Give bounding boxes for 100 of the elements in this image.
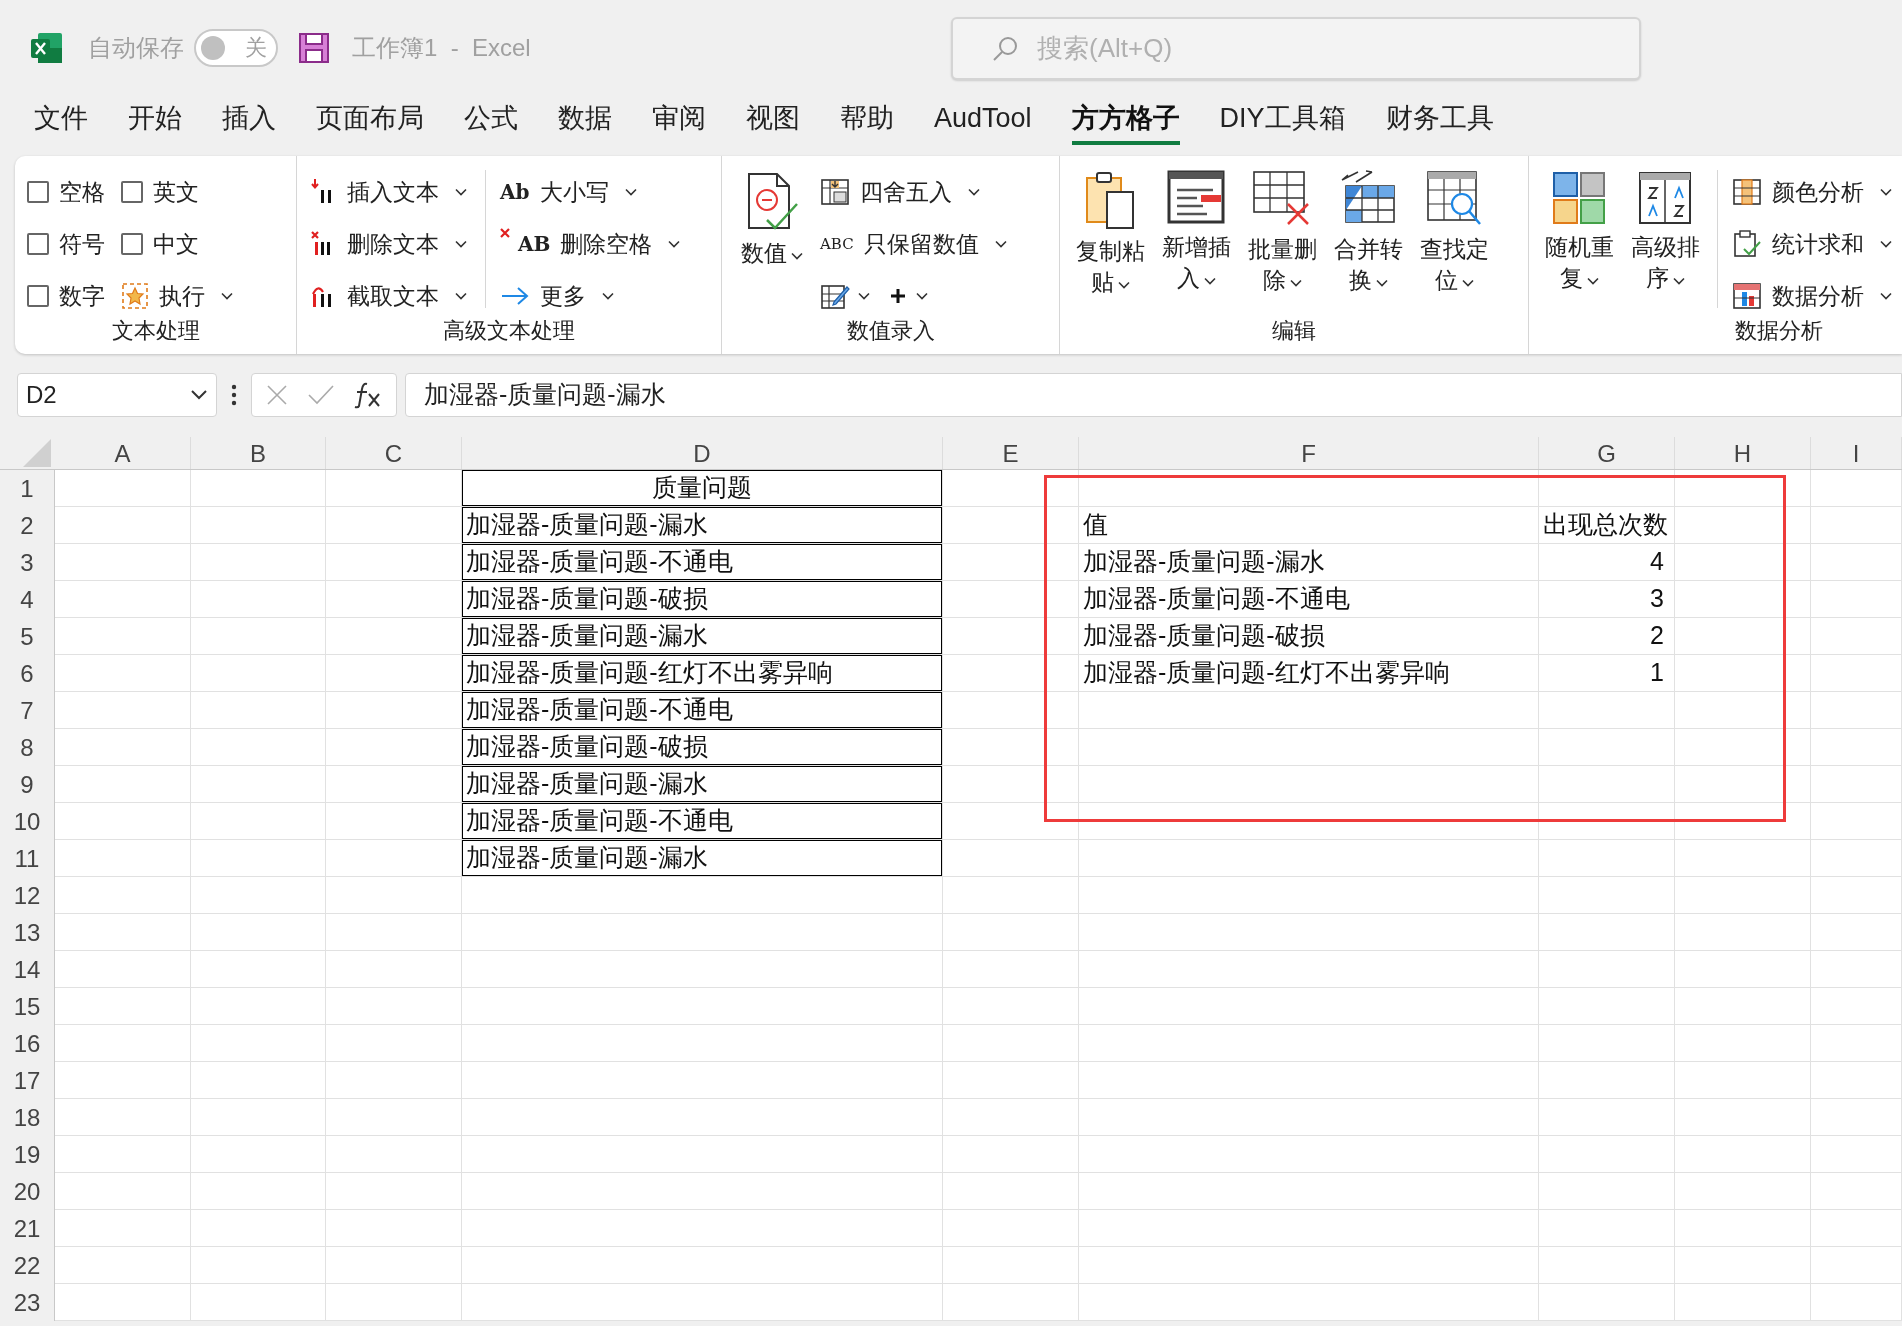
chevron-down-icon bbox=[1880, 292, 1892, 300]
chevron-down-icon bbox=[221, 292, 233, 300]
search-input[interactable]: 搜索(Alt+Q) bbox=[1037, 29, 1597, 68]
insert-function-button[interactable] bbox=[353, 381, 383, 409]
menu-tab[interactable]: 方方格子 bbox=[1071, 95, 1180, 145]
ribbon-icon-button[interactable] bbox=[888, 286, 928, 306]
icon-letters: ABC bbox=[820, 233, 854, 255]
autosave-label: 自动保存 bbox=[88, 32, 184, 63]
column-header[interactable]: F bbox=[1079, 437, 1539, 469]
column-header[interactable]: C bbox=[326, 437, 462, 469]
clipboard-icon bbox=[1083, 170, 1137, 230]
menu-tab[interactable]: 数据 bbox=[558, 95, 612, 145]
menu-tab[interactable]: 页面布局 bbox=[316, 95, 424, 145]
table-cell: 加湿器-质量问题-漏水 bbox=[462, 507, 943, 544]
checkbox-option[interactable]: 空格 bbox=[27, 166, 111, 218]
table-cell: 加湿器-质量问题-漏水 bbox=[462, 618, 943, 655]
ribbon-button[interactable]: 四舍五入 bbox=[820, 166, 1011, 218]
menu-tab[interactable]: 审阅 bbox=[652, 95, 706, 145]
ribbon-button[interactable]: AB 删除空格 bbox=[500, 218, 685, 270]
table-cell: 加湿器-质量问题-漏水 bbox=[1079, 544, 1539, 581]
menu-tab[interactable]: 财务工具 bbox=[1385, 95, 1494, 145]
menu-tab[interactable]: 插入 bbox=[222, 95, 276, 145]
ribbon-large-button[interactable]: 查找定位 bbox=[1416, 166, 1492, 298]
close-icon bbox=[265, 383, 289, 407]
chevron-down-icon bbox=[455, 292, 467, 300]
menu-tab[interactable]: 文件 bbox=[34, 95, 88, 145]
ribbon-large-button[interactable]: 高级排序 bbox=[1627, 166, 1703, 296]
chevron-down-icon bbox=[1880, 240, 1892, 248]
menu-tab[interactable]: 开始 bbox=[128, 95, 182, 145]
ribbon-large-button[interactable]: 新增插入 bbox=[1158, 166, 1234, 296]
menu-tab[interactable]: AudTool bbox=[934, 95, 1032, 145]
column-header[interactable]: G bbox=[1539, 437, 1675, 469]
form-lines-icon bbox=[1167, 170, 1225, 226]
chevron-down-icon bbox=[455, 188, 467, 196]
ribbon-group-label: 数据分析 bbox=[1734, 317, 1824, 345]
column-header[interactable]: D bbox=[462, 437, 943, 469]
ribbon-button[interactable]: 颜色分析 bbox=[1732, 166, 1896, 218]
checkbox[interactable] bbox=[121, 233, 143, 255]
toggle-knob bbox=[201, 35, 225, 60]
formula-field[interactable]: 加湿器-质量问题-漏水 bbox=[405, 373, 1902, 417]
table-cell: 加湿器-质量问题-漏水 bbox=[462, 766, 943, 803]
ribbon-group-label: 高级文本处理 bbox=[442, 317, 576, 345]
ribbon-button[interactable]: 插入文本 bbox=[309, 166, 471, 218]
ribbon-large-button[interactable]: 批量删除 bbox=[1244, 166, 1320, 298]
name-box[interactable]: D2 bbox=[17, 373, 217, 417]
ribbon-button[interactable]: 统计求和 bbox=[1732, 218, 1896, 270]
checkbox-option[interactable]: 数字 bbox=[27, 270, 111, 322]
table-cell: 1 bbox=[1539, 655, 1675, 692]
chevron-down-icon bbox=[1375, 279, 1388, 288]
checkbox[interactable] bbox=[27, 181, 49, 203]
ribbon-large-button[interactable]: 数值 bbox=[734, 166, 810, 271]
menu-tab[interactable]: 帮助 bbox=[840, 95, 894, 145]
checkbox-option[interactable]: 中文 bbox=[121, 218, 237, 270]
ribbon-button[interactable]: Ab 大小写 bbox=[500, 166, 685, 218]
chevron-down-icon bbox=[994, 240, 1007, 248]
function-icon bbox=[353, 381, 383, 409]
column-header[interactable]: H bbox=[1675, 437, 1811, 469]
ribbon-button[interactable]: 删除文本 bbox=[309, 218, 471, 270]
icon-letters: AB bbox=[518, 231, 551, 258]
column-header[interactable]: A bbox=[55, 437, 191, 469]
checkbox[interactable] bbox=[27, 233, 49, 255]
ribbon-group-label: 文本处理 bbox=[110, 317, 201, 345]
table-pencil-icon bbox=[820, 282, 850, 310]
table-cell: 出现总次数 bbox=[1539, 507, 1675, 544]
save-button[interactable] bbox=[298, 31, 330, 64]
checkbox[interactable] bbox=[121, 181, 143, 203]
ribbon-large-button[interactable]: 合并转换 bbox=[1330, 166, 1406, 298]
column-header[interactable]: E bbox=[943, 437, 1079, 469]
ribbon-large-button[interactable]: 随机重复 bbox=[1541, 166, 1617, 296]
column-header[interactable]: B bbox=[191, 437, 326, 469]
ribbon-button[interactable]: ABC 只保留数值 bbox=[820, 218, 1011, 270]
table-color-icon bbox=[1732, 178, 1762, 206]
ribbon-large-button[interactable]: 复制粘贴 bbox=[1072, 166, 1148, 300]
chevron-down-icon bbox=[602, 292, 614, 300]
checkbox-option[interactable]: 符号 bbox=[27, 218, 111, 270]
search-field[interactable]: 搜索(Alt+Q) bbox=[951, 17, 1641, 80]
arrow-right-icon bbox=[500, 285, 530, 307]
chevron-down-icon bbox=[1461, 279, 1474, 288]
menu-tab[interactable]: DIY工具箱 bbox=[1219, 95, 1346, 145]
spreadsheet-logo-icon bbox=[30, 30, 64, 65]
table-chart-icon bbox=[1732, 282, 1762, 310]
chevron-down-icon bbox=[668, 240, 681, 248]
table-cell: 4 bbox=[1539, 544, 1675, 581]
menu-tab[interactable]: 视图 bbox=[746, 95, 800, 145]
more-options-icon bbox=[231, 384, 237, 406]
chevron-down-icon bbox=[1289, 279, 1302, 288]
table-cell: 3 bbox=[1539, 581, 1675, 618]
search-icon bbox=[991, 34, 1019, 63]
table-cell: 加湿器-质量问题-破损 bbox=[462, 581, 943, 618]
chevron-down-icon bbox=[791, 252, 803, 261]
menu-tab[interactable]: 公式 bbox=[464, 95, 518, 145]
ribbon-icon-button[interactable] bbox=[820, 282, 870, 310]
checkbox-option[interactable]: 英文 bbox=[121, 166, 237, 218]
document-check-icon bbox=[745, 170, 799, 232]
table-cell: 加湿器-质量问题-不通电 bbox=[462, 692, 943, 729]
column-header[interactable]: I bbox=[1811, 437, 1902, 469]
ribbon-group-label: 编辑 bbox=[1271, 317, 1317, 345]
clipboard-check-icon bbox=[1732, 229, 1762, 259]
table-cell: 2 bbox=[1539, 618, 1675, 655]
checkbox[interactable] bbox=[27, 285, 49, 307]
